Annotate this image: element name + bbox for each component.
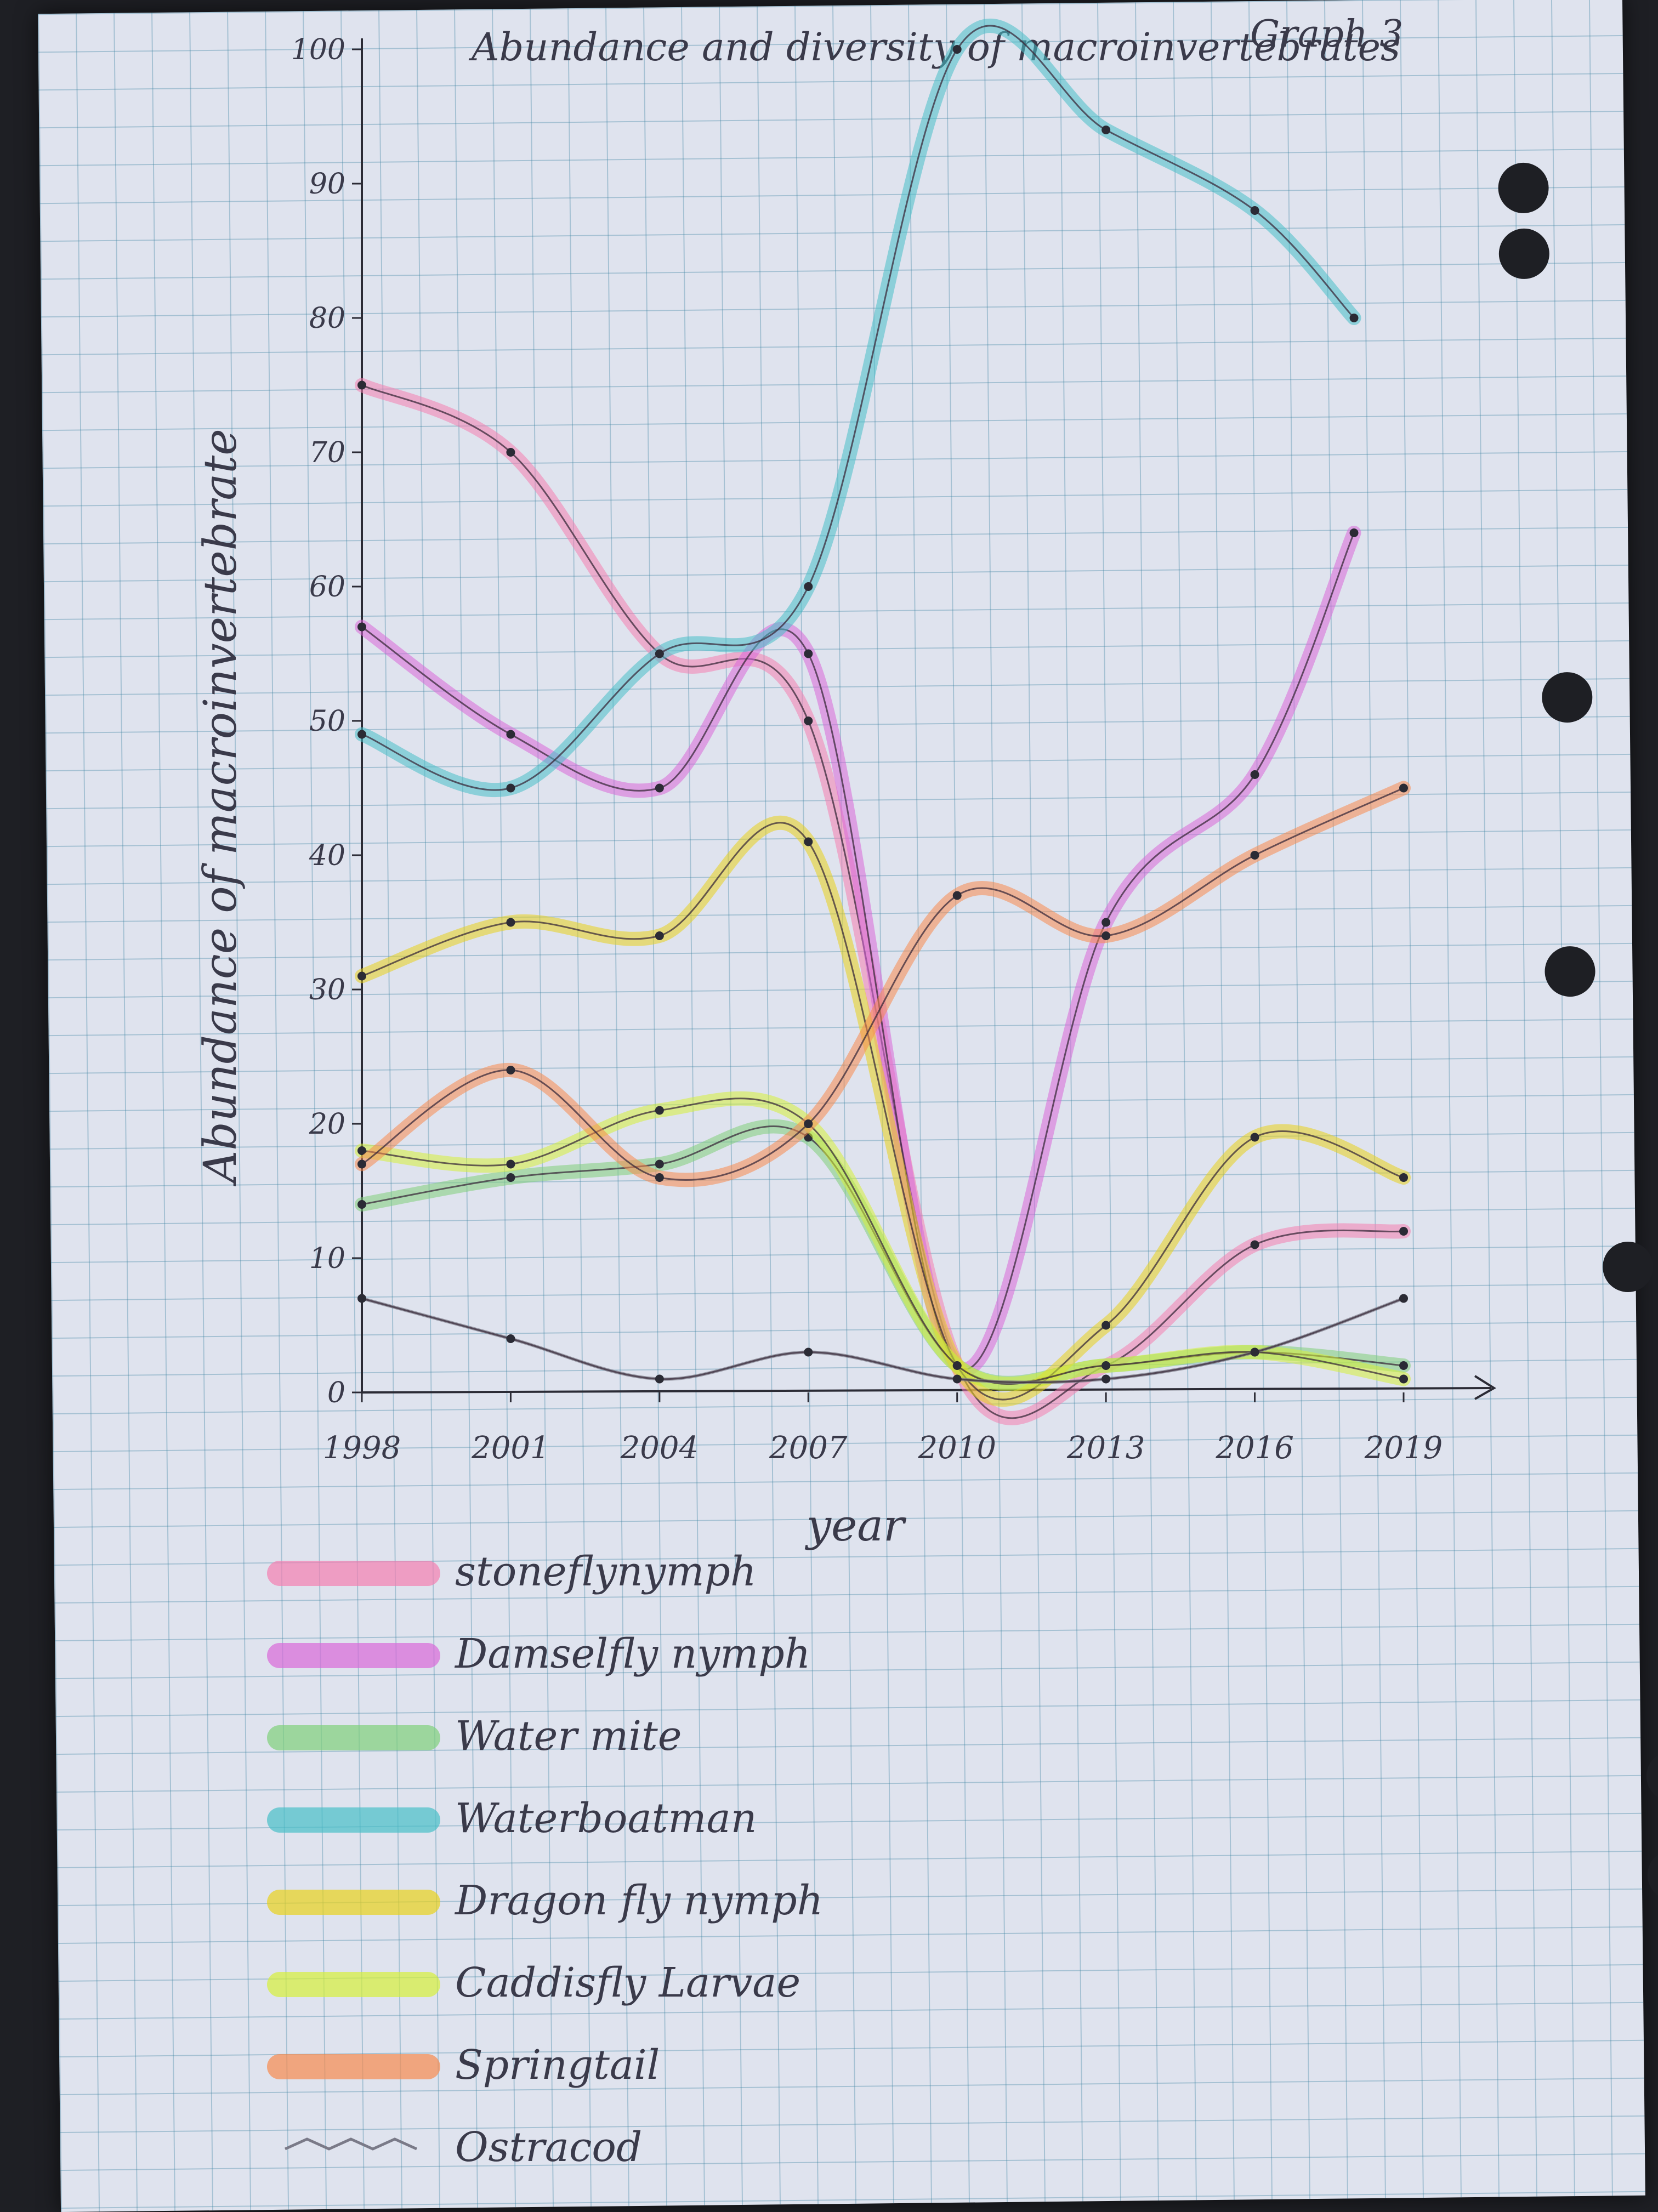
y-tick-label: 70 [309, 436, 345, 469]
data-point-ostracod [357, 1294, 366, 1303]
x-tick-label: 2016 [1215, 1430, 1294, 1466]
data-point-dragon-fly-nymph [655, 931, 664, 940]
legend-label-dragon-fly-nymph: Dragon fly nymph [454, 1877, 823, 1924]
data-point-springtail [804, 1119, 813, 1128]
data-point-ostracod [804, 1347, 813, 1357]
line-chart: Abundance and diversity of macroinverteb… [195, 13, 1496, 2171]
data-point-ostracod [952, 1374, 962, 1384]
data-point-waterboatman [952, 45, 962, 54]
data-point-water-mite [1399, 1361, 1408, 1370]
legend-label-springtail: Springtail [455, 2042, 660, 2089]
data-point-dragon-fly-nymph [804, 837, 813, 846]
data-point-waterboatman [1349, 314, 1359, 322]
data-point-caddisfly-larvae [655, 1106, 664, 1115]
x-tick-label: 2004 [620, 1430, 699, 1466]
legend-label-damselfly-nymph: Damselfly nymph [454, 1630, 810, 1678]
data-point-ostracod [506, 1334, 515, 1343]
data-point-waterboatman [357, 730, 366, 739]
data-point-springtail [1250, 851, 1259, 860]
legend-label-stoneflynymph: stoneflynymph [455, 1548, 757, 1595]
data-point-dragon-fly-nymph [1101, 1321, 1111, 1330]
graph-label: Graph 3 [1250, 13, 1404, 56]
y-tick-label: 90 [309, 168, 345, 201]
data-point-waterboatman [506, 783, 515, 793]
data-point-dragon-fly-nymph [1399, 1173, 1408, 1182]
data-point-damselfly-nymph [804, 649, 813, 658]
legend-label-waterboatman: Waterboatman [455, 1795, 757, 1842]
data-point-dragon-fly-nymph [357, 971, 366, 981]
x-tick-label: 2019 [1364, 1430, 1443, 1466]
data-point-dragon-fly-nymph [506, 918, 515, 927]
data-point-damselfly-nymph [357, 622, 366, 632]
data-point-caddisfly-larvae [506, 1159, 515, 1169]
data-point-water-mite [357, 1200, 366, 1209]
data-point-waterboatman [804, 582, 813, 591]
y-tick-label: 50 [309, 705, 345, 738]
data-point-waterboatman [1250, 206, 1259, 215]
x-axis [361, 1387, 1492, 1394]
data-point-water-mite [506, 1173, 515, 1182]
data-point-damselfly-nymph [506, 730, 515, 739]
data-point-damselfly-nymph [1250, 770, 1259, 779]
data-point-waterboatman [1101, 126, 1111, 134]
x-tick-label: 1998 [323, 1430, 401, 1466]
x-tick-label: 2001 [471, 1430, 550, 1466]
data-point-springtail [655, 1173, 664, 1182]
x-axis-label: year [805, 1500, 907, 1551]
data-point-stoneflynymph [1250, 1240, 1259, 1249]
data-point-springtail [506, 1066, 515, 1074]
data-point-ostracod [1250, 1347, 1259, 1357]
legend-label-caddisfly-larvae: Caddisfly Larvae [455, 1959, 800, 2006]
x-tick-label: 2007 [769, 1430, 848, 1466]
y-tick-label: 0 [327, 1377, 345, 1409]
y-tick-label: 100 [291, 33, 345, 66]
data-point-damselfly-nymph [1349, 528, 1359, 537]
y-tick-label: 80 [309, 302, 345, 335]
data-point-damselfly-nymph [655, 783, 664, 793]
data-point-springtail [1399, 783, 1408, 793]
y-tick-label: 20 [309, 1108, 345, 1141]
y-tick-label: 60 [309, 571, 345, 604]
data-point-caddisfly-larvae [1399, 1374, 1408, 1384]
series-line-ostracod [361, 1298, 1404, 1384]
x-tick-label: 2010 [917, 1430, 996, 1466]
data-point-ostracod [1399, 1294, 1408, 1303]
series-line-waterboatman-highlight [355, 18, 1361, 798]
data-point-ostracod [655, 1374, 664, 1384]
legend-swatch-ostracod [284, 2137, 418, 2151]
data-point-waterboatman [655, 649, 664, 658]
x-tick-label: 2013 [1066, 1430, 1145, 1466]
y-tick-label: 10 [309, 1242, 345, 1275]
y-axis-label: Abundance of macroinvertebrate [195, 429, 247, 1187]
data-point-stoneflynymph [1399, 1227, 1408, 1236]
y-tick-label: 30 [309, 974, 345, 1007]
data-point-springtail [952, 891, 962, 900]
data-point-stoneflynymph [506, 448, 515, 457]
data-point-stoneflynymph [804, 717, 813, 725]
data-point-dragon-fly-nymph [1250, 1133, 1259, 1142]
series-line-dragon-fly-nymph-highlight [355, 816, 1411, 1407]
legend-label-water-mite: Water mite [455, 1713, 682, 1760]
data-point-springtail [357, 1159, 366, 1169]
data-point-springtail [1101, 931, 1111, 940]
data-point-water-mite [655, 1159, 664, 1169]
data-point-caddisfly-larvae [1101, 1361, 1111, 1370]
data-point-ostracod [1101, 1374, 1111, 1384]
data-point-caddisfly-larvae [952, 1361, 962, 1370]
data-point-damselfly-nymph [1101, 918, 1111, 927]
y-tick-label: 40 [309, 839, 345, 872]
legend-label-ostracod: Ostracod [455, 2124, 642, 2171]
data-point-stoneflynymph [357, 380, 366, 390]
